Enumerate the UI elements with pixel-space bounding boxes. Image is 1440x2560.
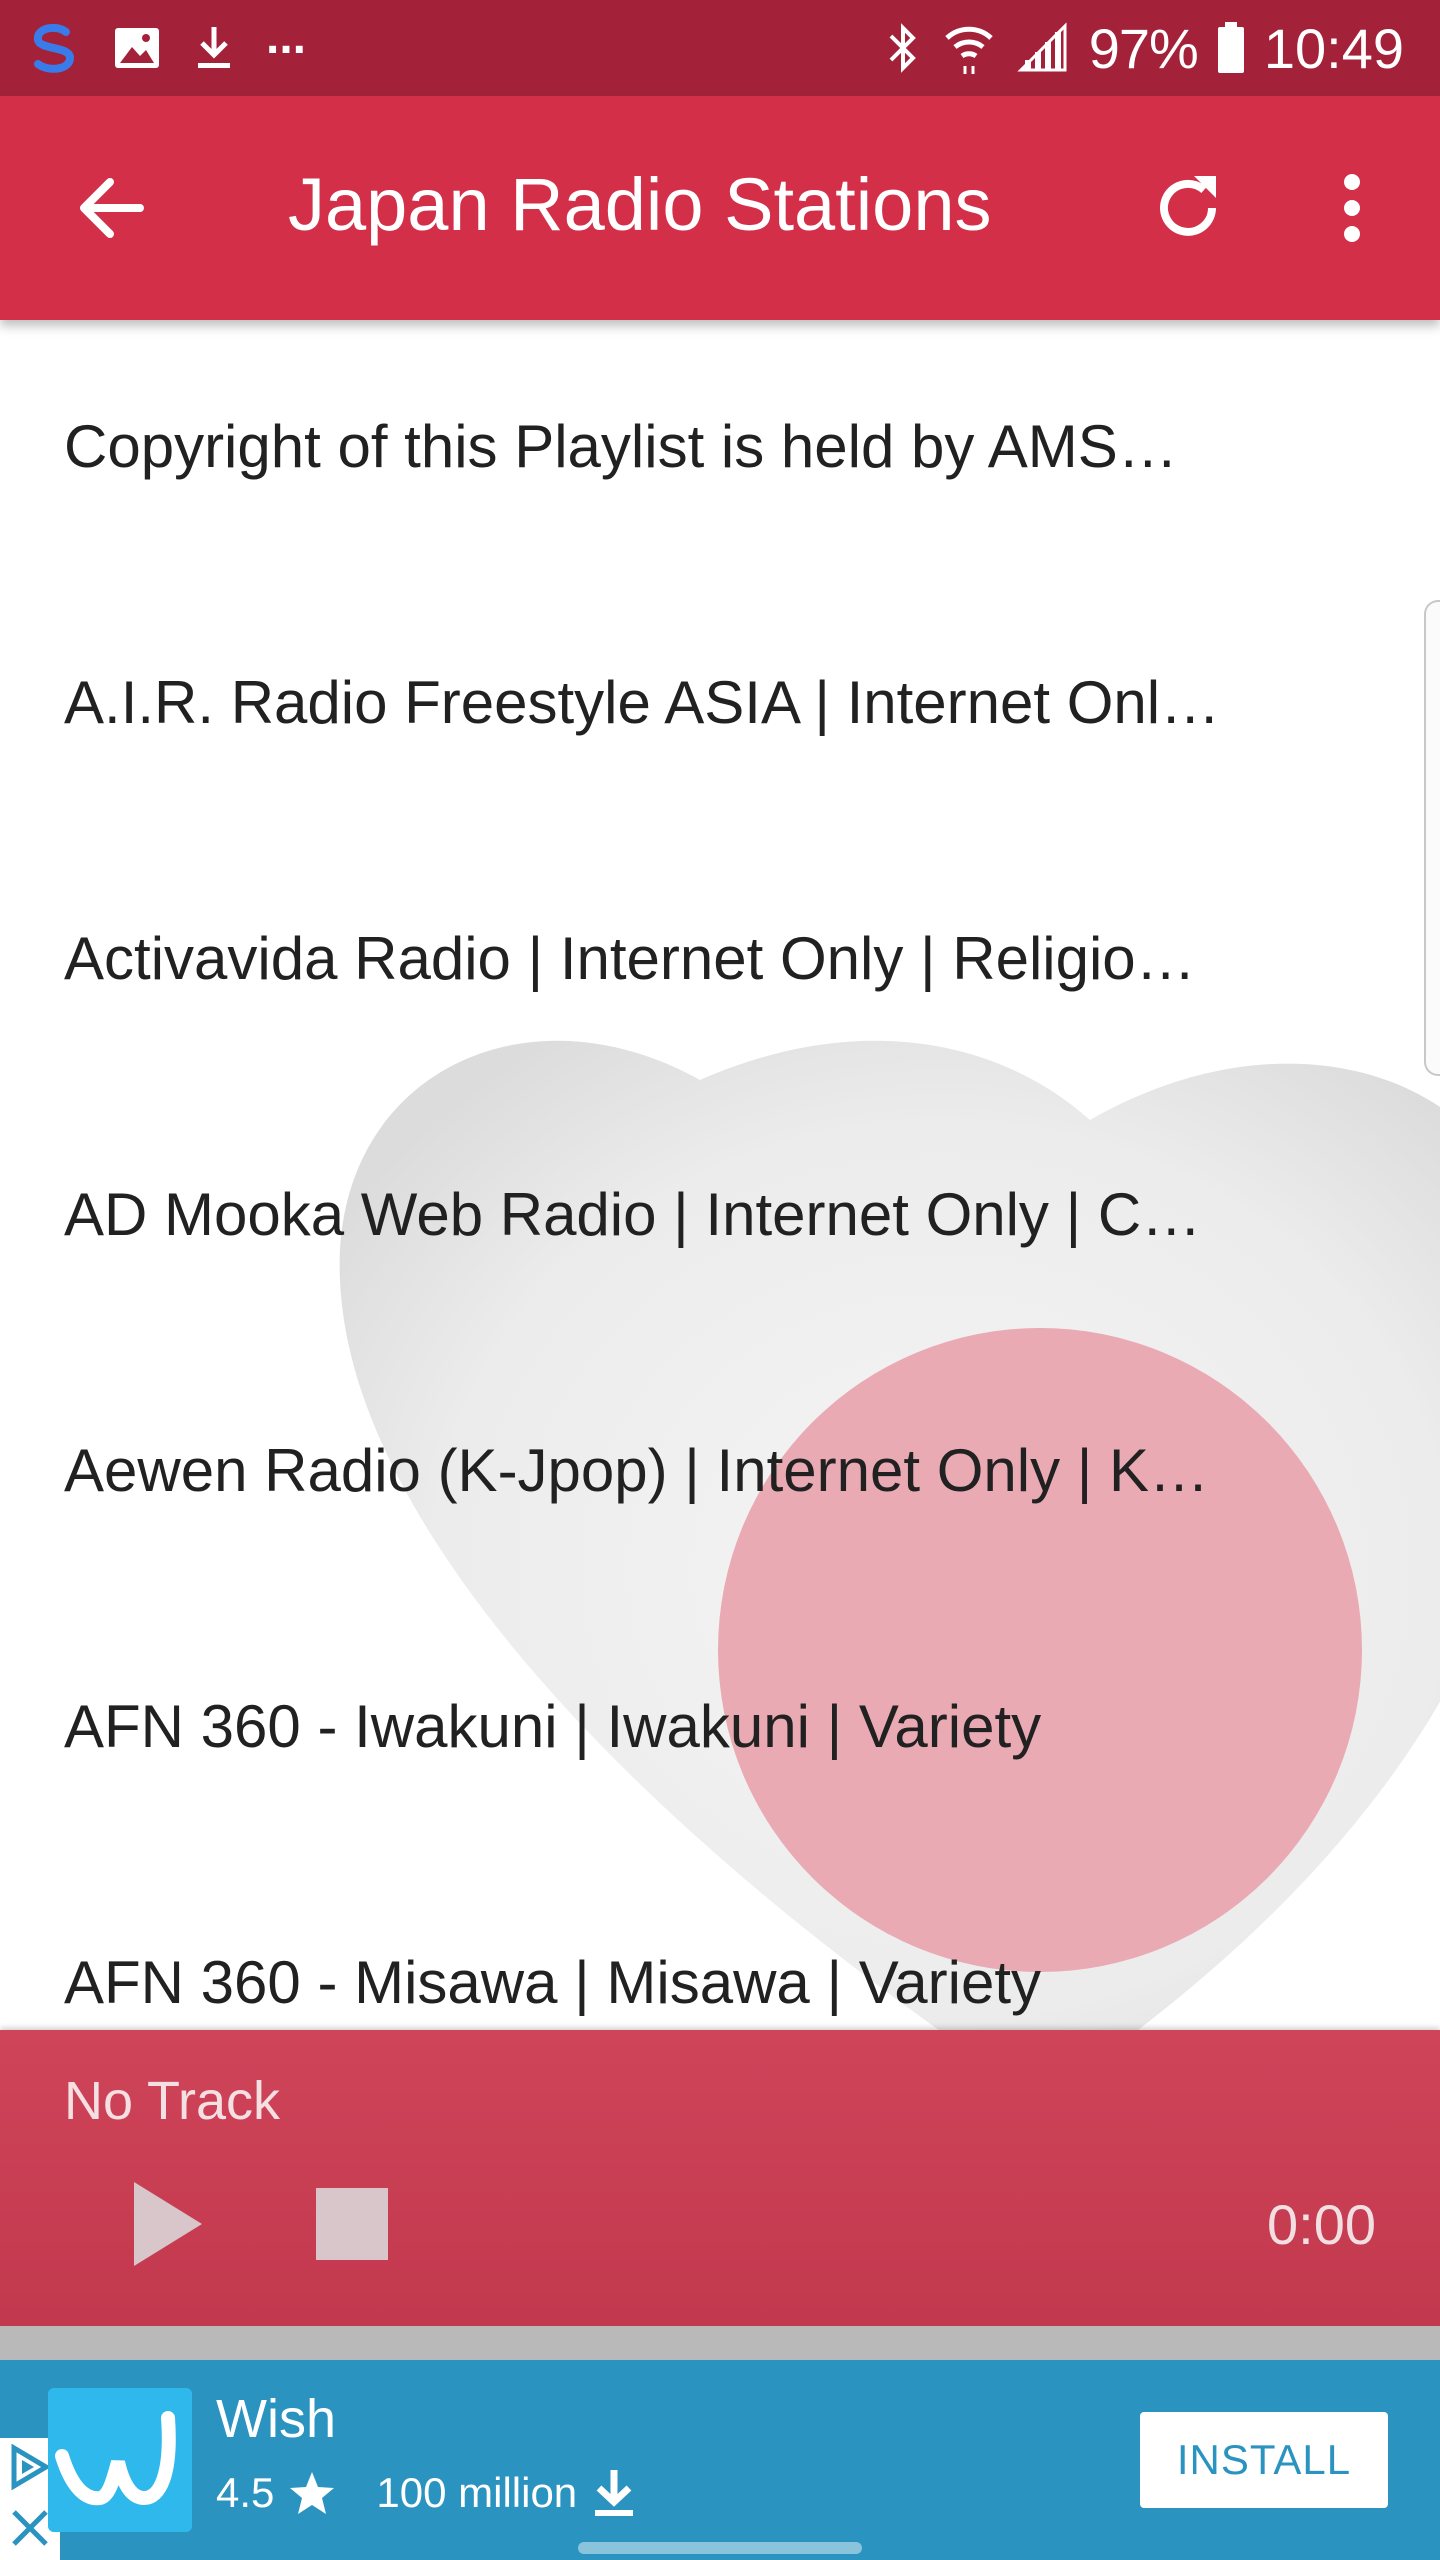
list-item[interactable]: AFN 360 - Iwakuni | Iwakuni | Variety [0,1600,1440,1856]
refresh-icon[interactable] [1146,166,1230,250]
playback-time: 0:00 [1267,2193,1376,2256]
media-player-bar: No Track 0:00 [0,2030,1440,2326]
download-icon [595,2470,634,2516]
ad-downloads: 100 million [376,2469,578,2516]
signal-icon [1017,22,1067,72]
battery-percent: 97% [1088,16,1199,80]
scrollbar-handle[interactable] [1424,600,1440,1076]
arrow-left-icon[interactable] [70,166,154,250]
list-item[interactable]: AFN 360 - Misawa | Misawa | Variety [0,1856,1440,2030]
list-item[interactable]: A.I.R. Radio Freestyle ASIA | Internet O… [0,576,1440,832]
player-bottom-strip [0,2326,1440,2360]
play-icon[interactable] [130,2178,206,2270]
list-item[interactable]: AD Mooka Web Radio | Internet Only | C… [0,1088,1440,1344]
image-icon [115,28,159,68]
list-item[interactable]: Copyright of this Playlist is held by AM… [0,320,1440,576]
status-bar: ... 97% 10:49 [0,0,1440,96]
clock: 10:49 [1263,16,1404,80]
status-system: 97% 10:49 [883,16,1404,81]
wifi-icon [945,26,993,74]
ad-rating: 4.5 [216,2469,275,2516]
gesture-nav-pill[interactable] [578,2542,862,2554]
page-title: Japan Radio Stations [288,163,992,246]
wish-logo-icon [48,2388,192,2532]
station-list-container[interactable]: Copyright of this Playlist is held by AM… [0,320,1440,2030]
download-icon [198,27,230,68]
app-s-icon [34,23,75,73]
more-vert-icon[interactable] [1310,166,1394,250]
app-toolbar: Japan Radio Stations [0,96,1440,320]
ad-app-name: Wish [216,2389,336,2449]
status-notifications: ... [26,11,306,76]
ad-app-meta: 4.5 100 million [216,2468,637,2518]
list-item[interactable]: Activavida Radio | Internet Only | Relig… [0,832,1440,1088]
ad-banner[interactable]: Wish 4.5 100 million INSTALL [0,2360,1440,2560]
bluetooth-icon [889,23,916,73]
station-list: Copyright of this Playlist is held by AM… [0,320,1440,2030]
stop-icon[interactable] [316,2188,388,2260]
battery-icon [1217,22,1244,73]
track-title: No Track [64,2071,281,2131]
star-icon [290,2472,335,2514]
more-notifications-indicator: ... [266,10,307,64]
list-item[interactable]: Aewen Radio (K-Jpop) | Internet Only | K… [0,1344,1440,1600]
install-button[interactable]: INSTALL [1140,2412,1388,2508]
